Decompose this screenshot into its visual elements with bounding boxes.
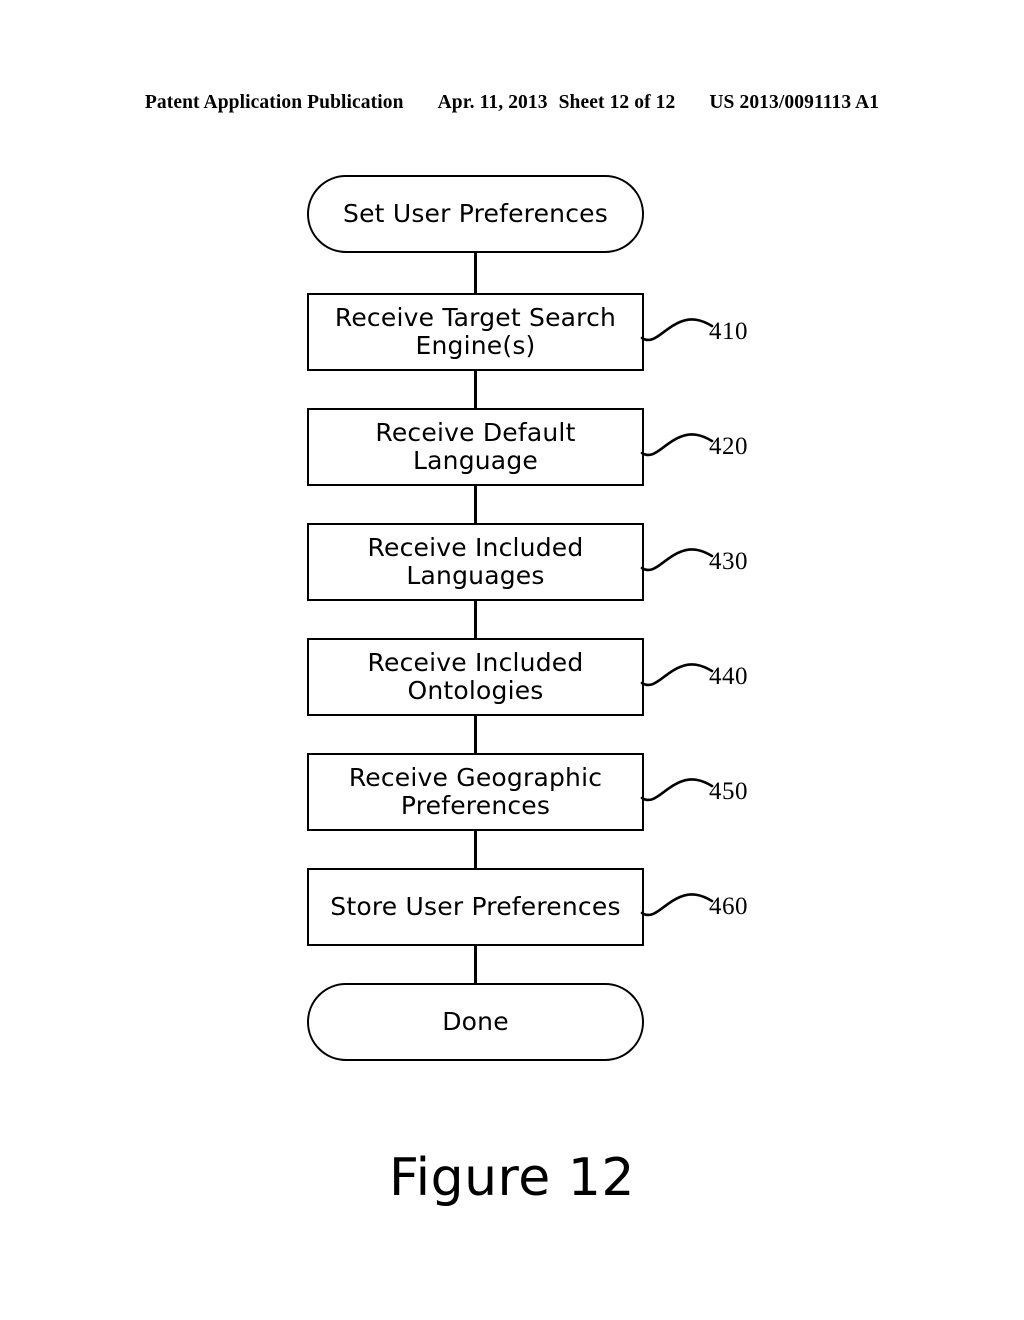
reference-numeral-410: 410 — [709, 318, 748, 345]
flow-node-done: Done — [307, 983, 644, 1061]
figure-caption: Figure 12 — [389, 1148, 635, 1208]
reference-numeral-450: 450 — [709, 778, 748, 805]
flow-node-420: Receive Default Language — [307, 408, 644, 486]
flow-node-410: Receive Target Search Engine(s) — [307, 293, 644, 371]
reference-numeral-440: 440 — [709, 663, 748, 690]
connector-start-to-410 — [474, 252, 477, 293]
flow-node-start-label: Set User Preferences — [343, 199, 608, 228]
reference-numeral-420: 420 — [709, 433, 748, 460]
connector-410-to-420 — [474, 371, 477, 408]
reference-numeral-460: 460 — [709, 893, 748, 920]
flow-node-460-label: Store User Preferences — [330, 892, 621, 921]
leader-line-410 — [640, 308, 718, 354]
flow-node-done-label: Done — [442, 1007, 509, 1036]
flow-node-420-label: Receive Default Language — [375, 418, 576, 475]
leader-line-440 — [640, 653, 718, 699]
flow-node-440: Receive Included Ontologies — [307, 638, 644, 716]
connector-460-to-done — [474, 946, 477, 983]
flow-node-460: Store User Preferences — [307, 868, 644, 946]
leader-line-420 — [640, 423, 718, 469]
leader-line-450 — [640, 768, 718, 814]
flowchart-figure: Set User Preferences Receive Target Sear… — [0, 0, 1024, 1320]
flow-node-430: Receive Included Languages — [307, 523, 644, 601]
leader-line-430 — [640, 538, 718, 584]
flow-node-450: Receive Geographic Preferences — [307, 753, 644, 831]
connector-450-to-460 — [474, 831, 477, 868]
flow-node-410-label: Receive Target Search Engine(s) — [334, 303, 617, 360]
leader-line-460 — [640, 883, 718, 929]
flow-node-450-label: Receive Geographic Preferences — [348, 763, 603, 820]
connector-430-to-440 — [474, 601, 477, 638]
flow-node-430-label: Receive Included Languages — [367, 533, 584, 590]
reference-numeral-430: 430 — [709, 548, 748, 575]
connector-440-to-450 — [474, 716, 477, 753]
flow-node-440-label: Receive Included Ontologies — [367, 648, 584, 705]
flow-node-start: Set User Preferences — [307, 175, 644, 253]
connector-420-to-430 — [474, 486, 477, 523]
